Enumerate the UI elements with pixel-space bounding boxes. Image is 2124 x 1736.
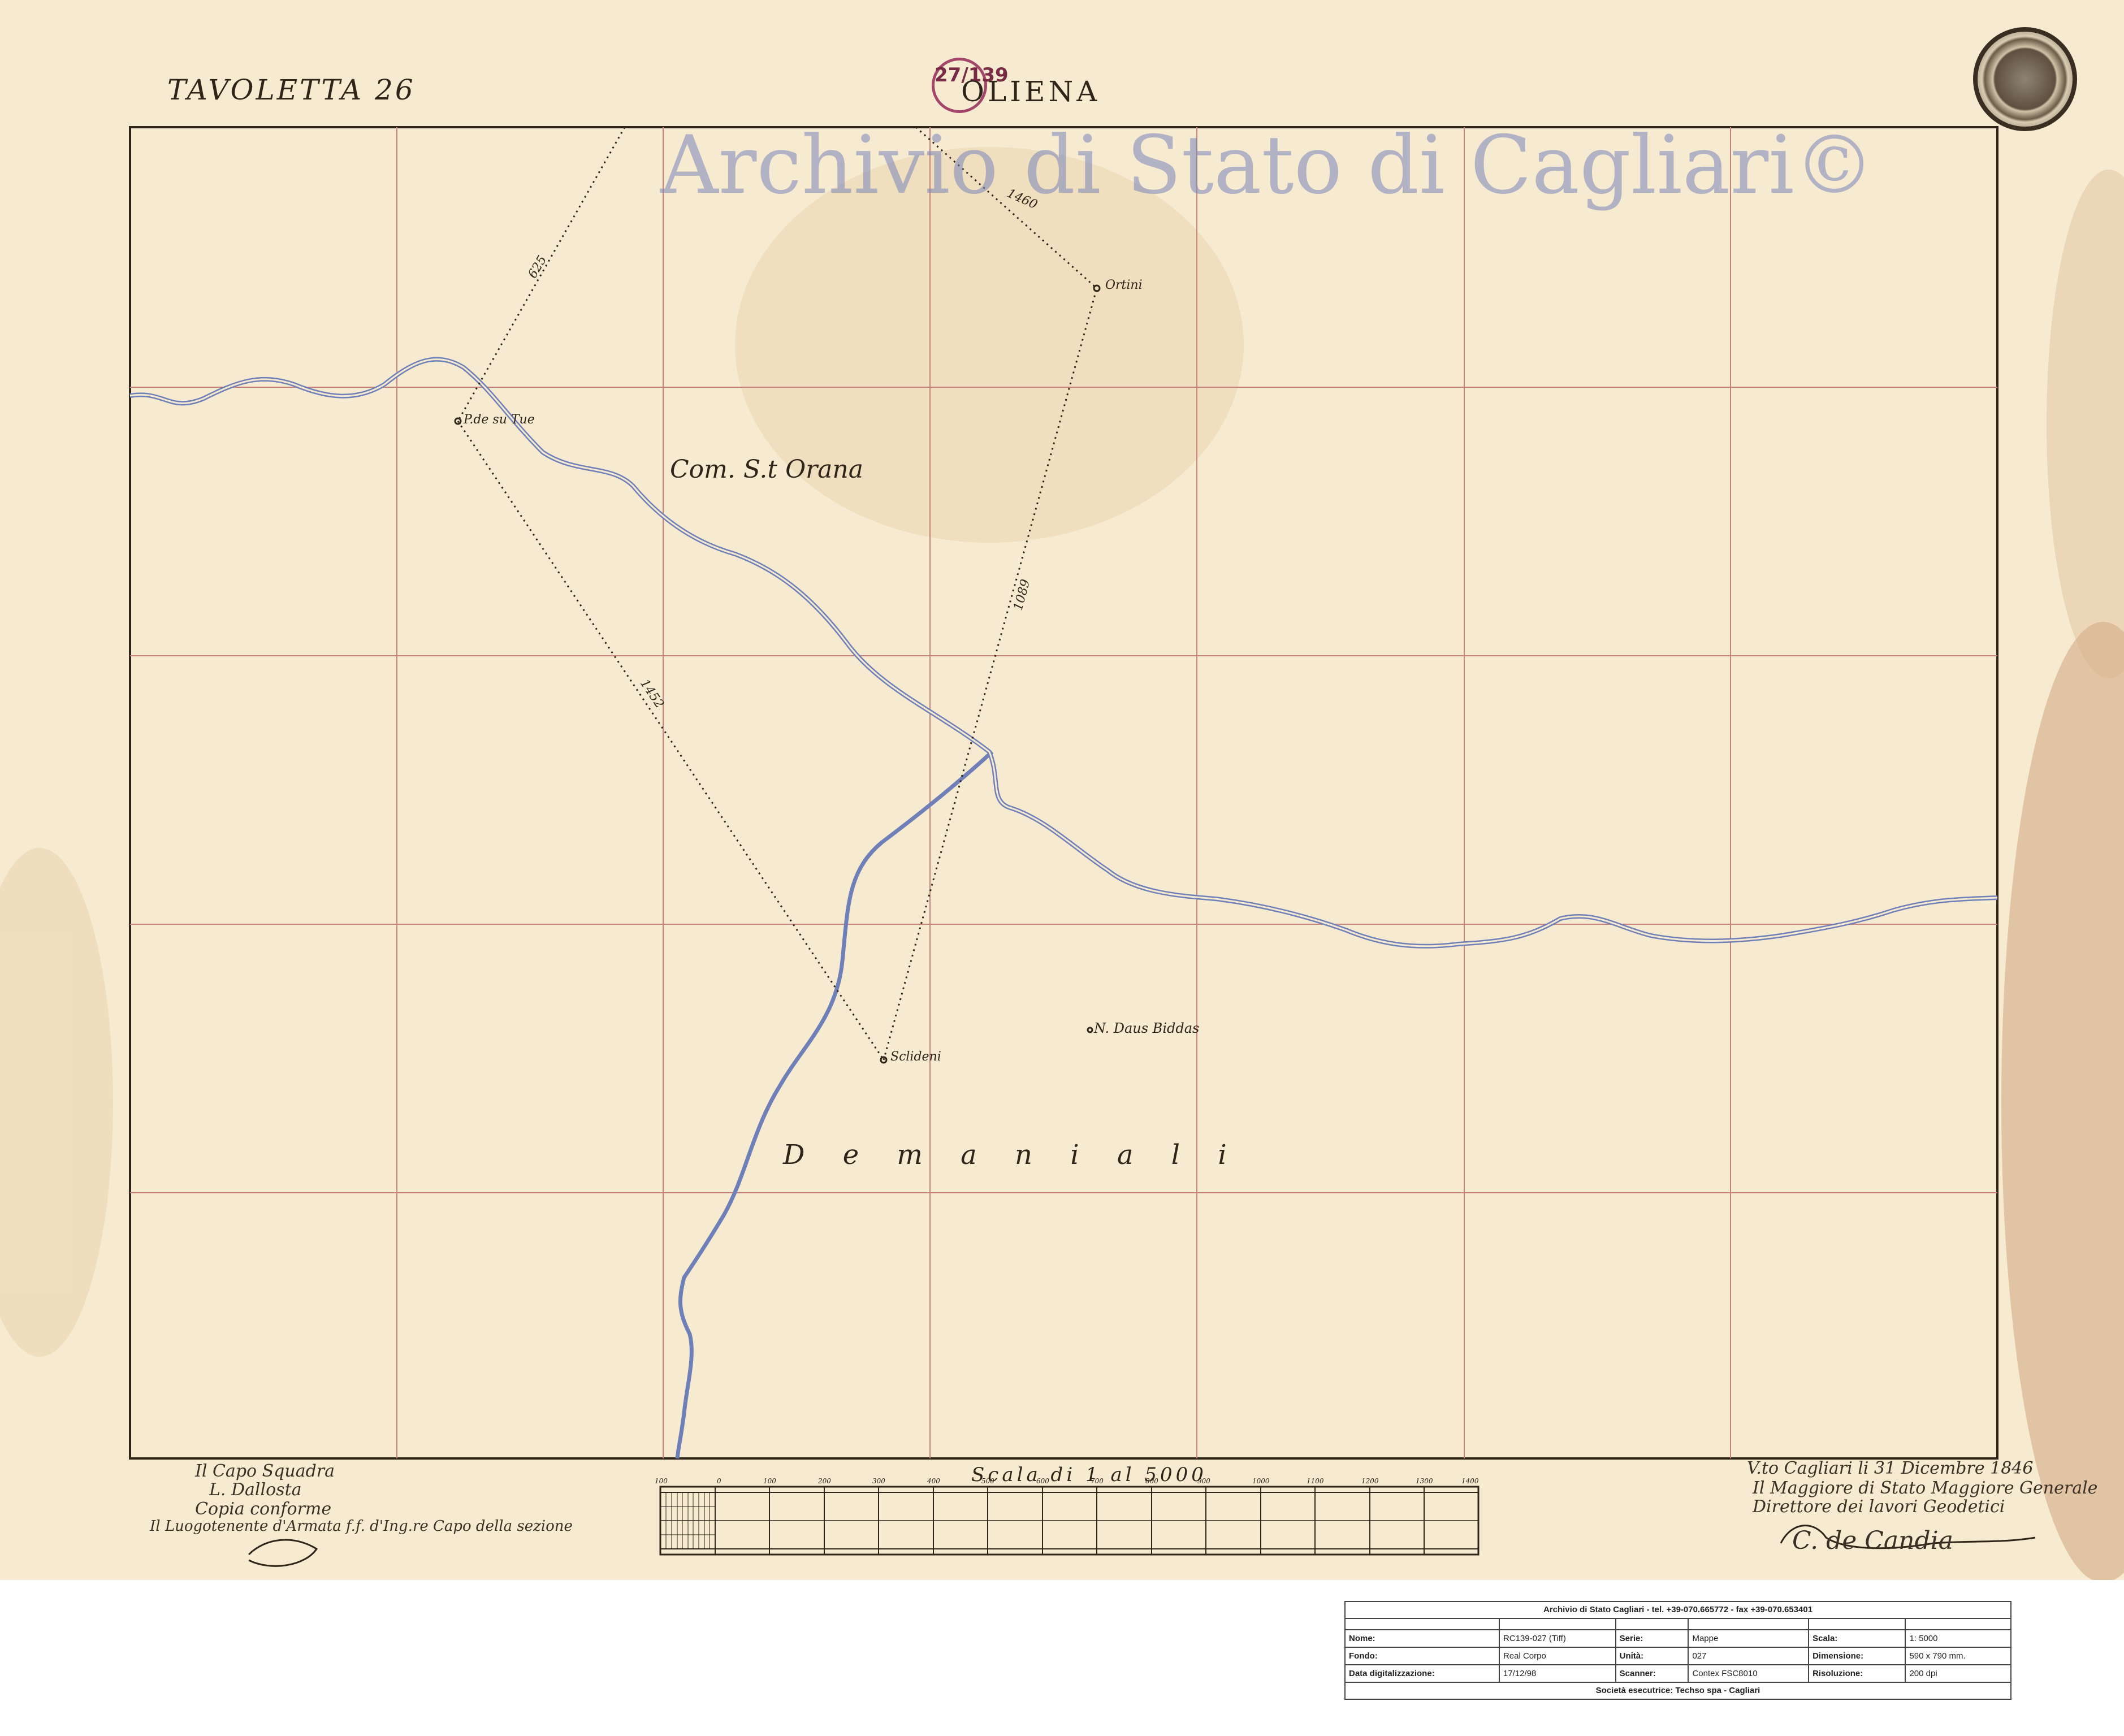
scale-tick: 300	[872, 1477, 885, 1485]
scale-tick: 0	[717, 1477, 721, 1485]
scale-tick: 1400	[1461, 1477, 1479, 1485]
signature-right-name: C. de Candia	[1792, 1526, 1953, 1555]
station-markers	[454, 284, 1101, 1064]
scale-tick: 1100	[1307, 1477, 1324, 1485]
sheet-label: TAVOLETTA 26	[167, 73, 416, 106]
map-frame	[129, 126, 1998, 1460]
map-grid	[130, 127, 1997, 1458]
scale-tick: 500	[981, 1477, 994, 1485]
signature-right-line: Il Maggiore di Stato Maggiore Generale	[1753, 1478, 2098, 1498]
signature-right-line: V.to Cagliari li 31 Dicembre 1846	[1747, 1458, 2034, 1478]
info-footer: Società esecutrice: Techso spa - Cagliar…	[1344, 1683, 2011, 1700]
scale-tick: 1200	[1361, 1477, 1379, 1485]
signature-left-line: L. Dallosta	[209, 1480, 302, 1500]
archive-seal-icon	[1973, 27, 2077, 131]
station-label-sclideni: Sclideni	[890, 1050, 941, 1064]
scale-tick: 1300	[1416, 1477, 1433, 1485]
archive-watermark: Archivio di Stato di Cagliari©	[660, 119, 1875, 212]
scale-tick: 100	[763, 1477, 776, 1485]
info-header: Archivio di Stato Cagliari - tel. +39-07…	[1344, 1601, 2011, 1618]
map-sheet: TAVOLETTA 26 27/139 OLIENA Archivio di S…	[0, 0, 2124, 1580]
map-drawing	[129, 126, 2036, 1567]
scale-tick: 900	[1197, 1477, 1210, 1485]
scale-tick: 600	[1036, 1477, 1049, 1485]
signature-left-line: Il Luogotenente d'Armata f.f. d'Ing.re C…	[150, 1518, 573, 1535]
scale-tick: 100	[655, 1477, 668, 1485]
signature-right-line: Direttore dei lavori Geodetici	[1753, 1497, 2005, 1517]
scale-bar	[659, 1486, 1480, 1556]
triangulation-lines	[457, 126, 1098, 1060]
signature-left-line: Copia conforme	[195, 1499, 332, 1519]
info-table: Nome: RC139-027 (Tiff) Serie: Mappe Scal…	[1344, 1618, 2011, 1683]
river-highlight	[129, 358, 1998, 947]
signature-left-line: Il Capo Squadra	[195, 1461, 335, 1481]
scale-tick: 700	[1091, 1477, 1104, 1485]
table-row: Nome: RC139-027 (Tiff) Serie: Mappe Scal…	[1344, 1629, 2011, 1648]
table-row: Data digitalizzazione: 17/12/98 Scanner:…	[1344, 1664, 2011, 1683]
table-row: Fondo: Real Corpo Unità: 027 Dimensione:…	[1344, 1647, 2011, 1665]
river-main	[129, 357, 1998, 1459]
place-label-orana: Com. S.t Orana	[670, 455, 863, 484]
scale-tick: 200	[818, 1477, 831, 1485]
region-label: D e m a n i a l i	[783, 1139, 1241, 1171]
station-label-tue: P.de su Tue	[464, 413, 535, 427]
place-label-daus-biddas: N. Daus Biddas	[1094, 1020, 1200, 1036]
archive-info-panel: Archivio di Stato Cagliari - tel. +39-07…	[1344, 1601, 2011, 1700]
station-label-ortini: Ortini	[1105, 278, 1143, 292]
scale-tick: 1000	[1252, 1477, 1270, 1485]
town-name: OLIENA	[961, 75, 1101, 108]
scale-tick: 400	[927, 1477, 940, 1485]
scale-tick: 800	[1145, 1477, 1158, 1485]
scale-title: Scala di 1 al 5000	[971, 1464, 1207, 1486]
